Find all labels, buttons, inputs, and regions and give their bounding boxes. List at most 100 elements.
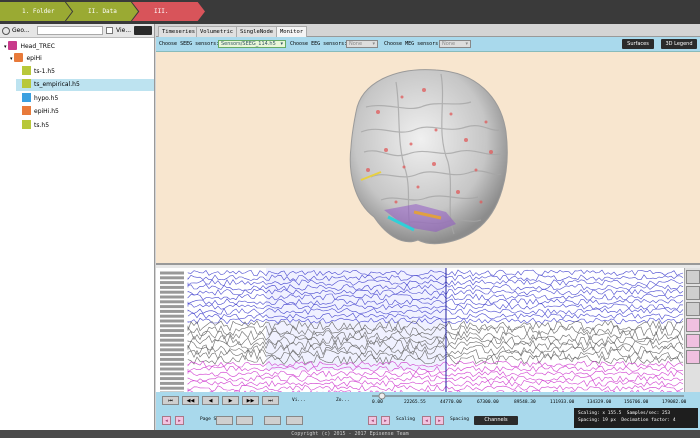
tree-item-head[interactable]: ▾ Head_TREC bbox=[4, 41, 154, 53]
samples-info: Samples/sec: 253 bbox=[626, 411, 671, 416]
timeseries-info-panel: Scaling: x 155.5 Samples/sec: 253 Spacin… bbox=[574, 408, 698, 428]
step-folder[interactable]: 1. Folder bbox=[0, 2, 72, 21]
channel-label bbox=[160, 362, 184, 366]
tab-volumetric[interactable]: Volumetric bbox=[196, 26, 238, 37]
zoom-in-button[interactable] bbox=[286, 416, 303, 425]
tree-item-epihi-h5[interactable]: epiHi.h5 bbox=[22, 106, 154, 118]
geometry-label: Geo... bbox=[12, 27, 30, 34]
timeline-tick-label: 67300.00 bbox=[477, 400, 499, 405]
timeline-start-label: 0.00 bbox=[372, 400, 383, 405]
channel-label bbox=[160, 329, 184, 333]
tree-label: ts_empirical.h5 bbox=[34, 81, 80, 88]
timeline-handle[interactable] bbox=[378, 392, 386, 400]
tab-singlenode[interactable]: SingleNode bbox=[236, 26, 278, 37]
chevron-down-icon: ▾ bbox=[465, 41, 468, 47]
tree-label: epiHi bbox=[26, 55, 42, 62]
seeg-value: Sensors/SEEG_114.h5 bbox=[221, 41, 276, 47]
channel-label bbox=[160, 305, 184, 309]
timeline-tick-label: 22265.55 bbox=[404, 400, 426, 405]
spacing-increase-button[interactable]: ▸ bbox=[435, 416, 444, 425]
tree-label: epiHi.h5 bbox=[34, 108, 59, 115]
scroll-page-down-button[interactable] bbox=[686, 334, 700, 348]
eeg-select[interactable]: None ▾ bbox=[346, 40, 378, 48]
search-input[interactable] bbox=[37, 26, 103, 35]
channel-label bbox=[160, 372, 184, 376]
first-page-button[interactable]: ⏮ bbox=[162, 396, 179, 405]
brain-render bbox=[349, 69, 508, 245]
seeg-select[interactable]: Sensors/SEEG_114.h5 ▾ bbox=[218, 40, 286, 48]
scroll-bottom-button[interactable] bbox=[686, 350, 700, 364]
channel-label bbox=[160, 377, 184, 381]
tree-label: ts.h5 bbox=[34, 122, 50, 129]
tree-label: Head_TREC bbox=[20, 43, 55, 50]
page-size-increase-button[interactable]: ▸ bbox=[175, 416, 184, 425]
3d-legend-button[interactable]: 3D Legend bbox=[661, 39, 697, 49]
scroll-up-button[interactable] bbox=[686, 286, 700, 300]
meg-select[interactable]: None ▾ bbox=[439, 40, 471, 48]
file-icon bbox=[22, 120, 31, 129]
channel-label bbox=[160, 367, 184, 371]
zoom-fit-button[interactable] bbox=[264, 416, 281, 425]
channel-label bbox=[160, 314, 184, 318]
step-simulations[interactable]: III. Simulations bbox=[132, 2, 205, 21]
channel-label bbox=[160, 343, 184, 347]
channel-label bbox=[160, 300, 184, 304]
sensor-controls: Choose SEEG sensors: Sensors/SEEG_114.h5… bbox=[156, 37, 700, 52]
step-label: 1. Folder bbox=[22, 8, 55, 15]
channel-label bbox=[160, 386, 184, 390]
toolbar-button[interactable] bbox=[134, 26, 152, 35]
channel-label bbox=[160, 276, 184, 280]
tree-item-ts-empirical[interactable]: ts_empirical.h5 bbox=[16, 79, 154, 91]
channel-label bbox=[160, 309, 184, 313]
scroll-down-button[interactable] bbox=[686, 302, 700, 316]
tree-item-ts1[interactable]: ts-1.h5 bbox=[22, 66, 154, 78]
prev-page-button[interactable]: ◀◀ bbox=[182, 396, 199, 405]
zoom-out-button[interactable] bbox=[216, 416, 233, 425]
channel-label bbox=[160, 353, 184, 357]
view-tabs: Timeseries Volumetric SingleNode Monitor bbox=[156, 24, 700, 37]
collapse-icon[interactable]: ▾ bbox=[10, 56, 13, 62]
scaling-decrease-button[interactable]: ◂ bbox=[368, 416, 377, 425]
footer: Copyright (c) 2015 - 2017 Episense Team bbox=[0, 430, 700, 438]
tree-item-ts[interactable]: ts.h5 bbox=[22, 120, 154, 132]
surfaces-button[interactable]: Surfaces bbox=[622, 39, 654, 49]
brain-3d-viewer[interactable] bbox=[156, 52, 700, 265]
timeline-tick-label: 134329.00 bbox=[587, 400, 612, 405]
tree-item-epihi-folder[interactable]: ▾ epiHi bbox=[10, 53, 155, 65]
folder-icon bbox=[14, 53, 24, 62]
tree-label: ts-1.h5 bbox=[34, 68, 55, 75]
scaling-increase-button[interactable]: ▸ bbox=[381, 416, 390, 425]
step-data[interactable]: II. Data bbox=[66, 2, 138, 21]
file-icon bbox=[22, 79, 31, 88]
next-page-button[interactable]: ▶▶ bbox=[242, 396, 259, 405]
play-back-button[interactable]: ◀ bbox=[202, 396, 219, 405]
zoom-reset-button[interactable] bbox=[236, 416, 253, 425]
page-size-decrease-button[interactable]: ◂ bbox=[162, 416, 171, 425]
view-checkbox[interactable] bbox=[106, 27, 113, 34]
last-page-button[interactable]: ⏭ bbox=[262, 396, 279, 405]
collapse-icon[interactable]: ▾ bbox=[4, 44, 7, 50]
scroll-page-down-button[interactable] bbox=[686, 318, 700, 332]
tab-timeseries[interactable]: Timeseries bbox=[158, 26, 200, 37]
geometry-icon[interactable] bbox=[2, 27, 10, 35]
view-label: Vi... bbox=[292, 398, 306, 403]
channel-label bbox=[160, 348, 184, 352]
channel-label bbox=[160, 333, 184, 337]
play-button[interactable]: ▶ bbox=[222, 396, 239, 405]
channels-button[interactable]: Channels bbox=[474, 416, 518, 425]
timeline-tick-label: 179082.00 bbox=[662, 400, 687, 405]
eeg-label: Choose EEG sensors: bbox=[290, 41, 348, 47]
scroll-top-button[interactable] bbox=[686, 270, 700, 284]
spacing-decrease-button[interactable]: ◂ bbox=[422, 416, 431, 425]
channel-label bbox=[160, 271, 184, 275]
channel-label bbox=[160, 290, 184, 294]
channel-label bbox=[160, 285, 184, 289]
tree-item-hypo[interactable]: hypo.h5 bbox=[22, 93, 154, 105]
left-panel: Geo... Vie... ▾ Head_TREC ▾ epiHi ts-1.h… bbox=[0, 24, 155, 430]
channel-trace bbox=[187, 375, 684, 383]
meg-value: None bbox=[442, 41, 456, 47]
decimation-info: Decimation factor: 4 bbox=[621, 418, 676, 423]
file-icon bbox=[22, 106, 31, 115]
file-icon bbox=[22, 66, 31, 75]
tab-monitor[interactable]: Monitor bbox=[276, 26, 308, 37]
